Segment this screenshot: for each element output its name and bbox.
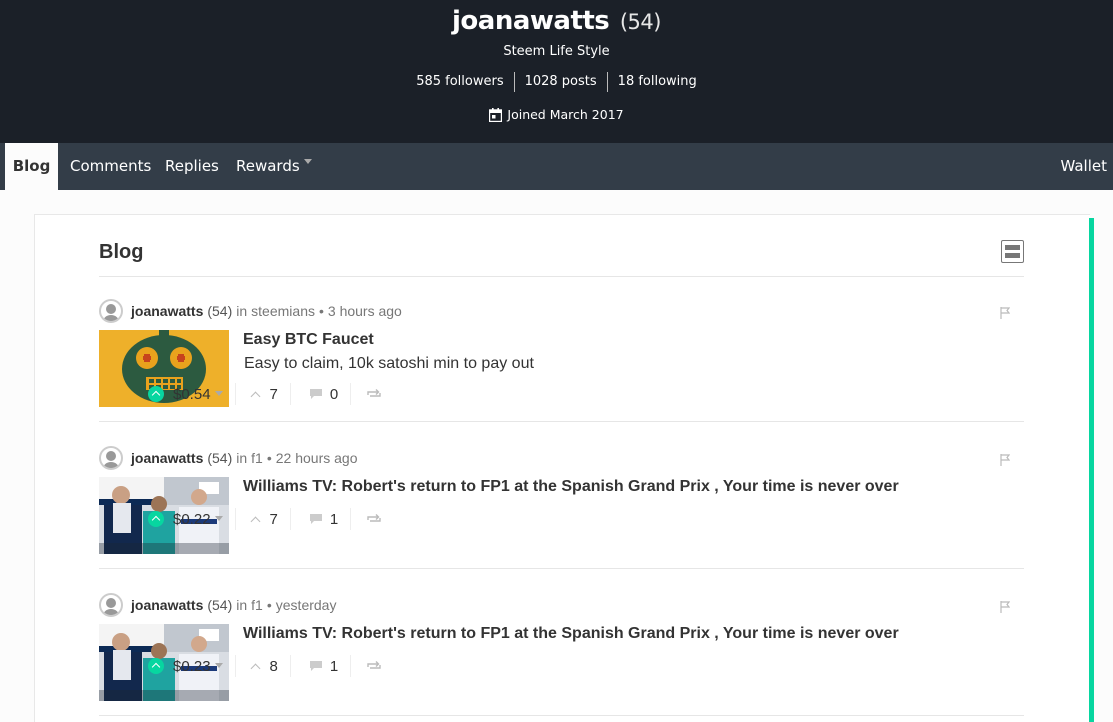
post-meta: joanawatts (54) in steemians • 3 hours a… [99, 299, 402, 323]
tab-replies[interactable]: Replies [165, 143, 219, 190]
post-in: in [236, 450, 248, 466]
payout[interactable]: $0.22 [173, 511, 223, 528]
avatar[interactable] [99, 593, 123, 617]
meta-separator: • [266, 450, 272, 466]
chevron-down-icon [214, 390, 223, 396]
divider [234, 655, 236, 677]
following-link[interactable]: 18 following [606, 72, 707, 92]
comment-icon[interactable] [309, 513, 323, 525]
post-author[interactable]: joanawatts [131, 450, 203, 466]
payout-value: $0.22 [173, 510, 211, 528]
tab-rewards[interactable]: Rewards [236, 143, 312, 190]
comment-count[interactable]: 1 [330, 658, 338, 675]
post-community[interactable]: f1 [251, 597, 263, 613]
divider [99, 568, 1024, 569]
post-title[interactable]: Williams TV: Robert's return to FP1 at t… [243, 478, 899, 496]
post-description[interactable]: Easy to claim, 10k satoshi min to pay ou… [244, 355, 534, 373]
divider [99, 421, 1024, 422]
post-item: joanawatts (54) in f1 • 22 hours ago Wil… [99, 446, 1024, 556]
profile-name: joanawatts [452, 6, 610, 36]
meta-separator: • [266, 597, 272, 613]
avatar[interactable] [99, 299, 123, 323]
divider [234, 508, 236, 530]
payout[interactable]: $0.54 [173, 386, 223, 403]
reblog-icon[interactable] [367, 388, 381, 400]
post-author-rep: (54) [207, 303, 233, 319]
chevron-down-icon [303, 159, 312, 164]
tab-comments[interactable]: Comments [70, 143, 151, 190]
divider [99, 715, 1024, 716]
divider [350, 655, 352, 677]
chevron-down-icon [214, 662, 223, 668]
divider [234, 383, 236, 405]
post-author-rep: (54) [207, 597, 233, 613]
divider [289, 655, 291, 677]
vote-count[interactable]: 8 [270, 658, 278, 675]
divider [289, 508, 291, 530]
post-meta: joanawatts (54) in f1 • 22 hours ago [99, 446, 358, 470]
reblog-icon[interactable] [367, 513, 381, 525]
profile-reputation: (54) [619, 10, 662, 34]
posts-count: 1028 posts [513, 72, 607, 92]
profile-nav: Blog Comments Replies Rewards Wallet [0, 143, 1113, 190]
tab-wallet[interactable]: Wallet [1060, 143, 1107, 190]
meta-separator: • [318, 303, 324, 319]
post-item: joanawatts (54) in f1 • yesterday Willia… [99, 593, 1024, 703]
payout[interactable]: $0.23 [173, 658, 223, 675]
votes-icon [250, 661, 260, 671]
avatar[interactable] [99, 446, 123, 470]
comment-count[interactable]: 1 [330, 511, 338, 528]
chevron-down-icon [214, 515, 223, 521]
divider [99, 276, 1024, 277]
profile-name-line: joanawatts (54) [0, 6, 1113, 36]
post-community[interactable]: steemians [251, 303, 315, 319]
post-title[interactable]: Easy BTC Faucet [243, 331, 374, 349]
post-author[interactable]: joanawatts [131, 597, 203, 613]
post-footer: $0.54 7 0 [148, 383, 381, 405]
tab-blog[interactable]: Blog [5, 143, 58, 190]
post-time[interactable]: yesterday [276, 597, 337, 613]
calendar-icon [489, 107, 503, 122]
post-time[interactable]: 22 hours ago [276, 450, 358, 466]
upvote-icon[interactable] [148, 386, 164, 402]
post-title[interactable]: Williams TV: Robert's return to FP1 at t… [243, 625, 899, 643]
post-meta: joanawatts (54) in f1 • yesterday [99, 593, 336, 617]
divider [289, 383, 291, 405]
payout-value: $0.54 [173, 385, 211, 403]
vote-count[interactable]: 7 [270, 511, 278, 528]
post-community[interactable]: f1 [251, 450, 263, 466]
divider [350, 508, 352, 530]
followers-link[interactable]: 585 followers [406, 72, 513, 92]
reblog-icon[interactable] [367, 660, 381, 672]
votes-icon [250, 514, 260, 524]
joined-date: Joined March 2017 [0, 107, 1113, 122]
divider [350, 383, 352, 405]
comment-icon[interactable] [309, 388, 323, 400]
payout-value: $0.23 [173, 657, 211, 675]
layout-toggle-icon[interactable] [1001, 240, 1024, 263]
profile-about: Steem Life Style [503, 44, 610, 59]
comment-count[interactable]: 0 [330, 386, 338, 403]
profile-header: joanawatts (54) Steem Life Style 585 fol… [0, 0, 1113, 143]
upvote-icon[interactable] [148, 658, 164, 674]
flag-icon[interactable] [1000, 454, 1010, 466]
accent-bar [1089, 218, 1094, 722]
votes-icon [250, 389, 260, 399]
post-footer: $0.23 8 1 [148, 655, 381, 677]
tab-rewards-label: Rewards [236, 157, 300, 175]
blog-heading: Blog [99, 241, 144, 263]
flag-icon[interactable] [1000, 601, 1010, 613]
post-in: in [236, 303, 248, 319]
profile-stats: 585 followers 1028 posts 18 following [0, 72, 1113, 92]
vote-count[interactable]: 7 [270, 386, 278, 403]
flag-icon[interactable] [1000, 307, 1010, 319]
post-footer: $0.22 7 1 [148, 508, 381, 530]
upvote-icon[interactable] [148, 511, 164, 527]
post-author-rep: (54) [207, 450, 233, 466]
joined-label: Joined March 2017 [507, 107, 624, 122]
post-in: in [236, 597, 248, 613]
post-time[interactable]: 3 hours ago [328, 303, 402, 319]
post-author[interactable]: joanawatts [131, 303, 203, 319]
comment-icon[interactable] [309, 660, 323, 672]
